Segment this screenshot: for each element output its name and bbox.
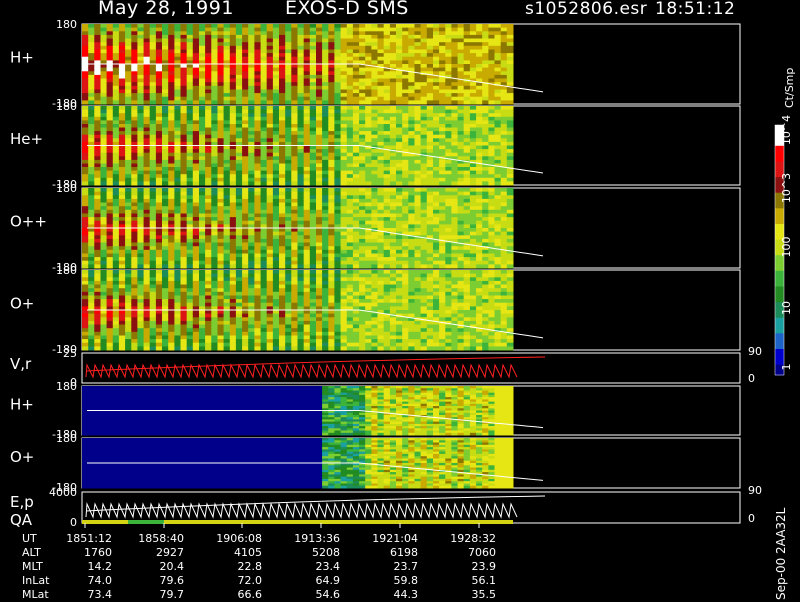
axis-max-4: 25 [63, 347, 77, 360]
axis-rmin-7: 0 [748, 512, 755, 525]
line-panel-7 [82, 496, 545, 524]
panel-label-5: H+ [10, 396, 34, 414]
line-panel-4 [86, 357, 545, 377]
ephem-cell: 35.5 [444, 588, 496, 601]
panel-label-3: O+ [10, 294, 34, 312]
ephem-label: UT [22, 532, 37, 545]
axis-max-3: 180 [56, 264, 77, 277]
ephem-cell: 73.4 [60, 588, 112, 601]
axis-max-7: 4000 [49, 486, 77, 499]
axis-max-5: 180 [56, 380, 77, 393]
colorbar-tick-3: 10^3 [780, 173, 793, 203]
ephem-label: InLat [22, 574, 49, 587]
panel-label-4: V,r [10, 355, 32, 373]
ephem-label: MLat [22, 588, 49, 601]
axis-rmax-4: 90 [748, 345, 762, 358]
ephem-cell: 79.7 [132, 588, 184, 601]
ephem-cell: 1760 [60, 546, 112, 559]
ephem-cell: 7060 [444, 546, 496, 559]
axis-max-1: 180 [56, 100, 77, 113]
ephem-cell: 23.7 [366, 560, 418, 573]
ephem-cell: 1921:04 [366, 532, 418, 545]
axis-rmin-4: 0 [748, 372, 755, 385]
ephem-cell: 72.0 [210, 574, 262, 587]
colorbar-tick-4: 10^4 [780, 115, 793, 145]
axis-min-7: 0 [70, 516, 77, 529]
axis-rmax-7: 90 [748, 484, 762, 497]
ephem-cell: 44.3 [366, 588, 418, 601]
ephem-cell: 64.9 [288, 574, 340, 587]
ephem-label: ALT [22, 546, 41, 559]
ephem-cell: 79.6 [132, 574, 184, 587]
side-note: Sep-00 2AA32L [774, 508, 788, 600]
axis-max-2: 180 [56, 182, 77, 195]
ephem-cell: 59.8 [366, 574, 418, 587]
panel-frame-7 [82, 492, 740, 523]
ephem-cell: 66.6 [210, 588, 262, 601]
axis-max-0: 180 [56, 18, 77, 31]
panel-sublabel-7: QA [10, 511, 33, 529]
ephem-label: MLT [22, 560, 43, 573]
panel-label-1: He+ [10, 130, 43, 148]
panel-label-0: H+ [10, 48, 34, 66]
ephem-cell: 1928:32 [444, 532, 496, 545]
ephem-cell: 22.8 [210, 560, 262, 573]
axis-max-6: 180 [56, 432, 77, 445]
panel-label-6: O+ [10, 448, 34, 466]
panel-frame-4 [82, 353, 740, 383]
ephem-cell: 14.2 [60, 560, 112, 573]
colorbar-tick-1: 10 [780, 301, 793, 315]
ephem-cell: 1906:08 [210, 532, 262, 545]
ephem-cell: 2927 [132, 546, 184, 559]
panel-label-7: E,p [10, 493, 34, 511]
ephem-cell: 74.0 [60, 574, 112, 587]
ephem-cell: 54.6 [288, 588, 340, 601]
ephem-cell: 6198 [366, 546, 418, 559]
ephem-cell: 1913:36 [288, 532, 340, 545]
ephem-cell: 23.4 [288, 560, 340, 573]
spectrogram-plot: H+180-180He+180-180O++180-180O+180-180V,… [0, 0, 800, 600]
ephem-cell: 23.9 [444, 560, 496, 573]
ephem-cell: 5208 [288, 546, 340, 559]
ephem-cell: 1851:12 [60, 532, 112, 545]
ephem-cell: 1858:40 [132, 532, 184, 545]
colorbar-tick-0: 1 [780, 364, 793, 371]
colorbar-unit: Ct/Smp [783, 68, 796, 108]
ephem-cell: 56.1 [444, 574, 496, 587]
panel-label-2: O++ [10, 212, 47, 230]
colorbar-tick-2: 100 [780, 237, 793, 258]
ephem-cell: 20.4 [132, 560, 184, 573]
ephem-cell: 4105 [210, 546, 262, 559]
